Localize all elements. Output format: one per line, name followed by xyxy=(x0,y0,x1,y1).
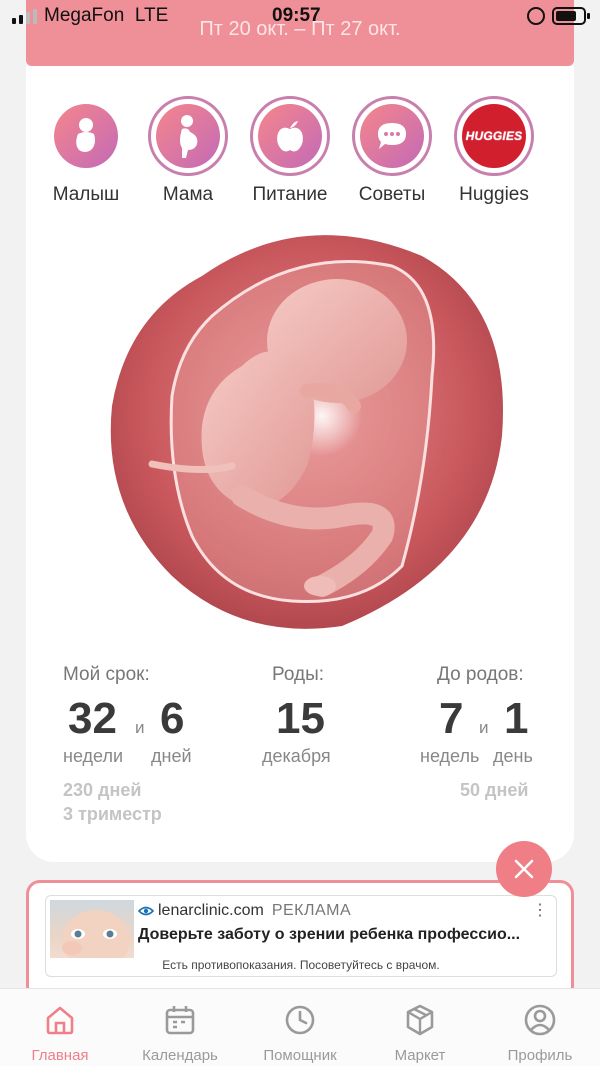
until-weeks-unit: недель xyxy=(420,746,480,766)
category-label: Мама xyxy=(162,184,214,205)
tab-assistant[interactable]: Помощник xyxy=(240,1003,360,1064)
birth-label: Роды: xyxy=(272,664,325,685)
ad-disclaimer: Есть противопоказания. Посоветуйтесь с в… xyxy=(162,958,440,972)
ad-container: lenarclinic.com РЕКЛАМА ⋮ Доверьте забот… xyxy=(26,880,574,1000)
box-icon xyxy=(406,1004,434,1036)
status-bar: MegaFon LTE 09:57 xyxy=(0,0,600,34)
tab-market[interactable]: Маркет xyxy=(360,1003,480,1064)
until-conjunction: и xyxy=(479,718,489,737)
category-baby[interactable]: Малыш xyxy=(36,96,136,206)
category-tips[interactable]: Советы xyxy=(342,96,442,206)
term-weeks-value: 32 xyxy=(68,694,117,743)
rotation-lock-icon xyxy=(527,7,545,25)
category-label: Питание xyxy=(252,184,328,205)
close-ad-button[interactable] xyxy=(496,841,552,897)
close-icon xyxy=(514,859,534,879)
ad-banner[interactable]: lenarclinic.com РЕКЛАМА ⋮ Доверьте забот… xyxy=(45,895,557,977)
until-days-value: 1 xyxy=(504,694,529,743)
carrier-name: MegaFon LTE xyxy=(44,5,169,26)
category-nutrition[interactable]: Питание xyxy=(240,96,340,206)
clock-icon xyxy=(285,1005,315,1035)
chat-bubble-icon xyxy=(378,123,406,149)
term-days-value: 6 xyxy=(160,694,185,743)
category-label: Советы xyxy=(358,184,426,205)
term-days-unit: дней xyxy=(151,746,192,766)
until-days-unit: день xyxy=(493,746,533,766)
bottom-tab-bar: Главная Календарь Помощник Маркет Профил… xyxy=(0,988,600,1066)
ad-image xyxy=(50,900,134,958)
term-total-days: 230 дней xyxy=(63,780,142,800)
ad-domain: lenarclinic.com xyxy=(158,902,264,919)
birth-day-value: 15 xyxy=(276,694,325,743)
tab-profile[interactable]: Профиль xyxy=(480,1003,600,1064)
ad-source: lenarclinic.com РЕКЛАМА xyxy=(138,902,351,920)
tab-label: Маркет xyxy=(394,1047,446,1064)
tab-label: Главная xyxy=(31,1047,89,1064)
until-birth-label: До родов: xyxy=(437,664,524,685)
more-options-icon[interactable]: ⋮ xyxy=(532,900,548,920)
birth-month: декабря xyxy=(262,746,331,766)
signal-icon xyxy=(12,9,37,24)
tab-label: Профиль xyxy=(507,1047,573,1064)
apple-icon xyxy=(277,121,303,152)
ad-label: РЕКЛАМА xyxy=(271,902,352,919)
category-label: Малыш xyxy=(52,184,120,205)
eye-icon xyxy=(138,906,154,916)
profile-icon xyxy=(524,1004,556,1036)
battery-icon xyxy=(552,7,590,25)
tab-home[interactable]: Главная xyxy=(0,1003,120,1064)
baby-icon xyxy=(76,118,95,152)
my-term-label: Мой срок: xyxy=(63,664,150,685)
term-weeks-unit: недели xyxy=(63,746,124,766)
category-label: Huggies xyxy=(459,184,529,205)
term-conjunction: и xyxy=(135,718,145,737)
category-huggies[interactable]: HUGGIES Huggies xyxy=(444,96,544,206)
until-total-days: 50 дней xyxy=(460,780,529,800)
calendar-icon xyxy=(165,1006,195,1035)
home-icon xyxy=(46,1006,74,1035)
until-weeks-value: 7 xyxy=(439,694,464,743)
tab-calendar[interactable]: Календарь xyxy=(120,1003,240,1064)
trimester-text: 3 триместр xyxy=(63,804,162,824)
fetus-illustration xyxy=(110,235,503,629)
category-mother[interactable]: Мама xyxy=(138,96,238,206)
tab-label: Календарь xyxy=(142,1047,218,1064)
mother-icon xyxy=(180,115,198,158)
pregnancy-card: Малыш Мама Питание Советы HUGGIES Huggie… xyxy=(26,66,574,862)
tab-label: Помощник xyxy=(263,1047,337,1064)
clock: 09:57 xyxy=(272,5,321,26)
huggies-logo: HUGGIES xyxy=(465,129,523,143)
ad-title: Доверьте заботу о зрении ребенка професс… xyxy=(138,926,521,943)
